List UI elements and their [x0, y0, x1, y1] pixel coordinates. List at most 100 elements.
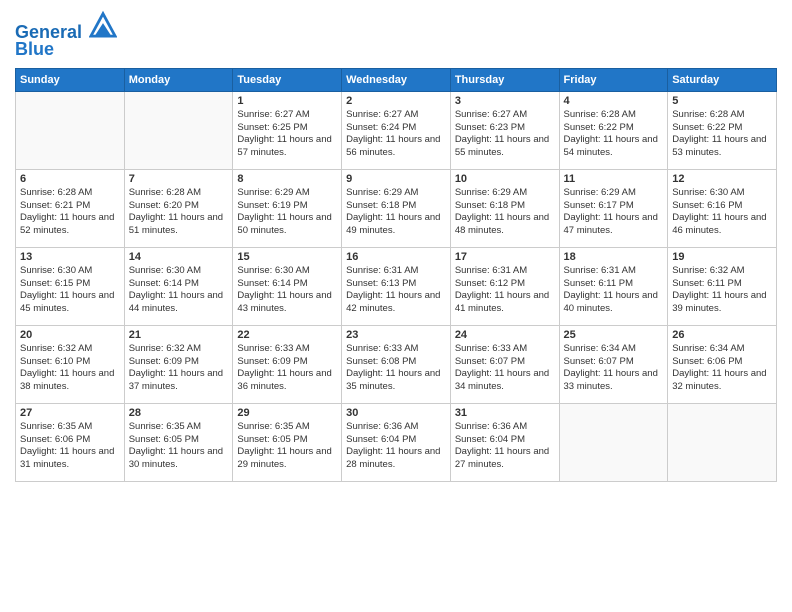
- sunrise-text: Sunrise: 6:28 AM: [672, 109, 772, 122]
- calendar-cell: [16, 91, 125, 169]
- daylight-text: Daylight: 11 hours and 46 minutes.: [672, 212, 772, 238]
- daylight-text: Daylight: 11 hours and 32 minutes.: [672, 368, 772, 394]
- logo: General Blue: [15, 10, 117, 60]
- day-info: Sunrise: 6:33 AM Sunset: 6:07 PM Dayligh…: [455, 343, 555, 394]
- day-number: 4: [564, 95, 664, 107]
- sunrise-text: Sunrise: 6:28 AM: [564, 109, 664, 122]
- day-info: Sunrise: 6:29 AM Sunset: 6:19 PM Dayligh…: [237, 187, 337, 238]
- day-info: Sunrise: 6:33 AM Sunset: 6:09 PM Dayligh…: [237, 343, 337, 394]
- sunrise-text: Sunrise: 6:35 AM: [20, 421, 120, 434]
- daylight-text: Daylight: 11 hours and 57 minutes.: [237, 134, 337, 160]
- calendar-body: 1 Sunrise: 6:27 AM Sunset: 6:25 PM Dayli…: [16, 91, 777, 481]
- sunset-text: Sunset: 6:07 PM: [455, 356, 555, 369]
- weekday-header: Wednesday: [342, 68, 451, 91]
- sunset-text: Sunset: 6:11 PM: [564, 278, 664, 291]
- calendar-cell: 8 Sunrise: 6:29 AM Sunset: 6:19 PM Dayli…: [233, 169, 342, 247]
- sunset-text: Sunset: 6:05 PM: [129, 434, 229, 447]
- sunrise-text: Sunrise: 6:32 AM: [20, 343, 120, 356]
- daylight-text: Daylight: 11 hours and 45 minutes.: [20, 290, 120, 316]
- sunrise-text: Sunrise: 6:32 AM: [129, 343, 229, 356]
- day-info: Sunrise: 6:32 AM Sunset: 6:10 PM Dayligh…: [20, 343, 120, 394]
- sunset-text: Sunset: 6:17 PM: [564, 200, 664, 213]
- calendar-cell: 9 Sunrise: 6:29 AM Sunset: 6:18 PM Dayli…: [342, 169, 451, 247]
- calendar-week-row: 1 Sunrise: 6:27 AM Sunset: 6:25 PM Dayli…: [16, 91, 777, 169]
- daylight-text: Daylight: 11 hours and 41 minutes.: [455, 290, 555, 316]
- day-number: 19: [672, 251, 772, 263]
- calendar-cell: 29 Sunrise: 6:35 AM Sunset: 6:05 PM Dayl…: [233, 403, 342, 481]
- sunset-text: Sunset: 6:24 PM: [346, 122, 446, 135]
- calendar-cell: 13 Sunrise: 6:30 AM Sunset: 6:15 PM Dayl…: [16, 247, 125, 325]
- header: General Blue: [15, 10, 777, 60]
- daylight-text: Daylight: 11 hours and 51 minutes.: [129, 212, 229, 238]
- daylight-text: Daylight: 11 hours and 39 minutes.: [672, 290, 772, 316]
- sunset-text: Sunset: 6:16 PM: [672, 200, 772, 213]
- day-number: 27: [20, 407, 120, 419]
- calendar-cell: 12 Sunrise: 6:30 AM Sunset: 6:16 PM Dayl…: [668, 169, 777, 247]
- sunset-text: Sunset: 6:08 PM: [346, 356, 446, 369]
- header-row: SundayMondayTuesdayWednesdayThursdayFrid…: [16, 68, 777, 91]
- daylight-text: Daylight: 11 hours and 52 minutes.: [20, 212, 120, 238]
- logo-text: General: [15, 10, 117, 43]
- day-info: Sunrise: 6:30 AM Sunset: 6:16 PM Dayligh…: [672, 187, 772, 238]
- day-number: 10: [455, 173, 555, 185]
- day-info: Sunrise: 6:31 AM Sunset: 6:13 PM Dayligh…: [346, 265, 446, 316]
- sunrise-text: Sunrise: 6:27 AM: [237, 109, 337, 122]
- sunset-text: Sunset: 6:25 PM: [237, 122, 337, 135]
- calendar-cell: 2 Sunrise: 6:27 AM Sunset: 6:24 PM Dayli…: [342, 91, 451, 169]
- day-number: 5: [672, 95, 772, 107]
- daylight-text: Daylight: 11 hours and 54 minutes.: [564, 134, 664, 160]
- sunset-text: Sunset: 6:13 PM: [346, 278, 446, 291]
- calendar-cell: 26 Sunrise: 6:34 AM Sunset: 6:06 PM Dayl…: [668, 325, 777, 403]
- sunrise-text: Sunrise: 6:27 AM: [346, 109, 446, 122]
- sunrise-text: Sunrise: 6:29 AM: [564, 187, 664, 200]
- sunrise-text: Sunrise: 6:35 AM: [129, 421, 229, 434]
- sunrise-text: Sunrise: 6:32 AM: [672, 265, 772, 278]
- day-info: Sunrise: 6:34 AM Sunset: 6:06 PM Dayligh…: [672, 343, 772, 394]
- calendar-cell: 4 Sunrise: 6:28 AM Sunset: 6:22 PM Dayli…: [559, 91, 668, 169]
- sunrise-text: Sunrise: 6:31 AM: [564, 265, 664, 278]
- daylight-text: Daylight: 11 hours and 30 minutes.: [129, 446, 229, 472]
- calendar-cell: 1 Sunrise: 6:27 AM Sunset: 6:25 PM Dayli…: [233, 91, 342, 169]
- page: General Blue SundayMondayTuesdayWednesda…: [0, 0, 792, 612]
- calendar-week-row: 6 Sunrise: 6:28 AM Sunset: 6:21 PM Dayli…: [16, 169, 777, 247]
- daylight-text: Daylight: 11 hours and 48 minutes.: [455, 212, 555, 238]
- day-info: Sunrise: 6:28 AM Sunset: 6:20 PM Dayligh…: [129, 187, 229, 238]
- calendar-cell: 14 Sunrise: 6:30 AM Sunset: 6:14 PM Dayl…: [124, 247, 233, 325]
- calendar-cell: 23 Sunrise: 6:33 AM Sunset: 6:08 PM Dayl…: [342, 325, 451, 403]
- day-number: 28: [129, 407, 229, 419]
- sunset-text: Sunset: 6:21 PM: [20, 200, 120, 213]
- day-info: Sunrise: 6:32 AM Sunset: 6:11 PM Dayligh…: [672, 265, 772, 316]
- daylight-text: Daylight: 11 hours and 42 minutes.: [346, 290, 446, 316]
- weekday-header: Sunday: [16, 68, 125, 91]
- daylight-text: Daylight: 11 hours and 53 minutes.: [672, 134, 772, 160]
- daylight-text: Daylight: 11 hours and 28 minutes.: [346, 446, 446, 472]
- sunset-text: Sunset: 6:05 PM: [237, 434, 337, 447]
- day-info: Sunrise: 6:28 AM Sunset: 6:22 PM Dayligh…: [672, 109, 772, 160]
- daylight-text: Daylight: 11 hours and 29 minutes.: [237, 446, 337, 472]
- calendar-week-row: 20 Sunrise: 6:32 AM Sunset: 6:10 PM Dayl…: [16, 325, 777, 403]
- sunrise-text: Sunrise: 6:36 AM: [455, 421, 555, 434]
- sunset-text: Sunset: 6:15 PM: [20, 278, 120, 291]
- calendar-week-row: 27 Sunrise: 6:35 AM Sunset: 6:06 PM Dayl…: [16, 403, 777, 481]
- calendar-cell: 28 Sunrise: 6:35 AM Sunset: 6:05 PM Dayl…: [124, 403, 233, 481]
- calendar-cell: 31 Sunrise: 6:36 AM Sunset: 6:04 PM Dayl…: [450, 403, 559, 481]
- day-number: 20: [20, 329, 120, 341]
- day-number: 13: [20, 251, 120, 263]
- sunrise-text: Sunrise: 6:27 AM: [455, 109, 555, 122]
- day-info: Sunrise: 6:31 AM Sunset: 6:11 PM Dayligh…: [564, 265, 664, 316]
- day-info: Sunrise: 6:29 AM Sunset: 6:18 PM Dayligh…: [346, 187, 446, 238]
- calendar-cell: [668, 403, 777, 481]
- sunrise-text: Sunrise: 6:30 AM: [20, 265, 120, 278]
- calendar-cell: 17 Sunrise: 6:31 AM Sunset: 6:12 PM Dayl…: [450, 247, 559, 325]
- daylight-text: Daylight: 11 hours and 44 minutes.: [129, 290, 229, 316]
- daylight-text: Daylight: 11 hours and 27 minutes.: [455, 446, 555, 472]
- sunset-text: Sunset: 6:11 PM: [672, 278, 772, 291]
- sunset-text: Sunset: 6:22 PM: [564, 122, 664, 135]
- sunset-text: Sunset: 6:18 PM: [346, 200, 446, 213]
- day-number: 21: [129, 329, 229, 341]
- sunset-text: Sunset: 6:20 PM: [129, 200, 229, 213]
- sunset-text: Sunset: 6:14 PM: [129, 278, 229, 291]
- sunrise-text: Sunrise: 6:35 AM: [237, 421, 337, 434]
- sunrise-text: Sunrise: 6:30 AM: [237, 265, 337, 278]
- sunrise-text: Sunrise: 6:28 AM: [129, 187, 229, 200]
